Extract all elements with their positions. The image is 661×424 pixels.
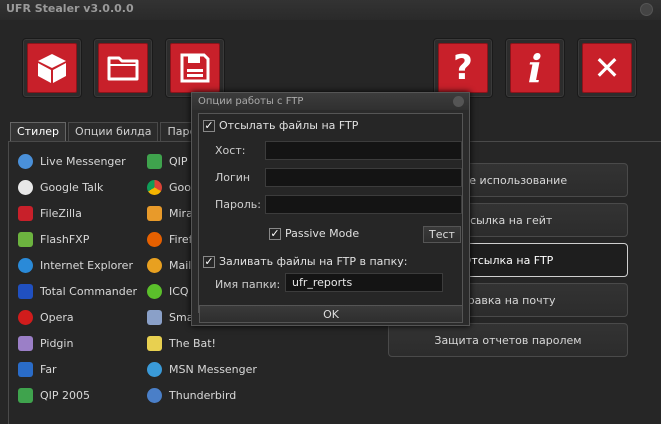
folder-icon	[107, 56, 139, 81]
cube-icon	[38, 54, 66, 83]
info-button[interactable]: i	[505, 38, 565, 98]
send-files-checkbox[interactable]: ✓ Отсылать файлы на FTP	[203, 119, 358, 132]
google-talk-icon	[18, 179, 33, 195]
window-control-icon[interactable]	[640, 3, 653, 16]
internet-explorer-icon	[18, 257, 33, 273]
app-item[interactable]: Total Commander	[18, 282, 137, 300]
password-label: Пароль:	[215, 198, 261, 211]
checkbox-check-icon: ✓	[203, 119, 215, 132]
app-item[interactable]: Mira	[147, 204, 193, 222]
app-item[interactable]: MSN Messenger	[147, 360, 257, 378]
upload-folder-checkbox[interactable]: ✓ Заливать файлы на FTP в папку:	[203, 255, 407, 268]
opera-icon	[18, 309, 33, 325]
the-bat-icon	[147, 335, 162, 351]
app-item[interactable]: Far	[18, 360, 57, 378]
flashfxp-icon	[18, 231, 33, 247]
login-label: Логин	[215, 171, 251, 184]
app-item[interactable]: QIP 2005	[18, 386, 90, 404]
app-item[interactable]: Opera	[18, 308, 74, 326]
mail-icon	[147, 257, 162, 273]
checkbox-check-icon: ✓	[269, 227, 281, 240]
ftp-options-dialog: Опции работы с FTP ✓ Отсылать файлы на F…	[191, 92, 470, 326]
help-icon: ?	[453, 48, 473, 88]
save-button[interactable]	[165, 38, 225, 98]
checkbox-check-icon: ✓	[203, 255, 215, 268]
dialog-close-icon[interactable]	[453, 96, 464, 107]
login-input[interactable]	[265, 168, 462, 187]
live-messenger-icon	[18, 153, 33, 169]
app-item[interactable]: FileZilla	[18, 204, 82, 222]
dialog-title-bar: Опции работы с FTP	[192, 93, 469, 110]
thunderbird-icon	[147, 387, 162, 403]
open-button[interactable]	[93, 38, 153, 98]
app-item[interactable]: ICQ	[147, 282, 189, 300]
ok-button[interactable]: OK	[199, 305, 463, 323]
close-icon: ✕	[593, 49, 621, 87]
qip-infium-icon	[147, 153, 162, 169]
app-item[interactable]: Internet Explorer	[18, 256, 133, 274]
far-icon	[18, 361, 33, 377]
pidgin-icon	[18, 335, 33, 351]
window-title: UFR Stealer v3.0.0.0	[6, 2, 134, 15]
app-item[interactable]: Firef	[147, 230, 193, 248]
password-protect-button[interactable]: Защита отчетов паролем	[388, 323, 628, 357]
floppy-icon	[180, 53, 210, 83]
smartftp-icon	[147, 309, 162, 325]
dialog-title: Опции работы с FTP	[198, 96, 304, 107]
folder-name-label: Имя папки:	[215, 278, 281, 291]
window-title-bar: UFR Stealer v3.0.0.0	[0, 0, 661, 20]
miranda-icon	[147, 205, 162, 221]
dialog-body: ✓ Отсылать файлы на FTP Хост: Логин Паро…	[198, 113, 463, 313]
host-label: Хост:	[215, 144, 246, 157]
qip-icon	[18, 387, 33, 403]
app-item[interactable]: Mail.	[147, 256, 195, 274]
icq-icon	[147, 283, 162, 299]
help-button[interactable]: ?	[433, 38, 493, 98]
msn-icon	[147, 361, 162, 377]
total-commander-icon	[18, 283, 33, 299]
app-item[interactable]: QIP	[147, 152, 188, 170]
app-item[interactable]: Sma	[147, 308, 193, 326]
tab-stealer[interactable]: Стилер	[10, 122, 67, 142]
host-input[interactable]	[265, 141, 462, 160]
chrome-icon	[147, 179, 162, 195]
test-button[interactable]: Тест	[423, 226, 461, 243]
info-icon: i	[527, 45, 543, 91]
passive-mode-checkbox[interactable]: ✓ Passive Mode	[269, 227, 359, 240]
password-input[interactable]	[265, 195, 462, 214]
tab-build-options[interactable]: Опции билда	[68, 122, 159, 142]
firefox-icon	[147, 231, 162, 247]
filezilla-icon	[18, 205, 33, 221]
close-button[interactable]: ✕	[577, 38, 637, 98]
build-button[interactable]	[22, 38, 82, 98]
app-item[interactable]: Goo	[147, 178, 191, 196]
app-item[interactable]: Live Messenger	[18, 152, 126, 170]
app-item[interactable]: FlashFXP	[18, 230, 89, 248]
app-item[interactable]: Thunderbird	[147, 386, 236, 404]
app-item[interactable]: The Bat!	[147, 334, 216, 352]
app-item[interactable]: Google Talk	[18, 178, 103, 196]
folder-name-input[interactable]: ufr_reports	[285, 273, 443, 292]
app-item[interactable]: Pidgin	[18, 334, 73, 352]
